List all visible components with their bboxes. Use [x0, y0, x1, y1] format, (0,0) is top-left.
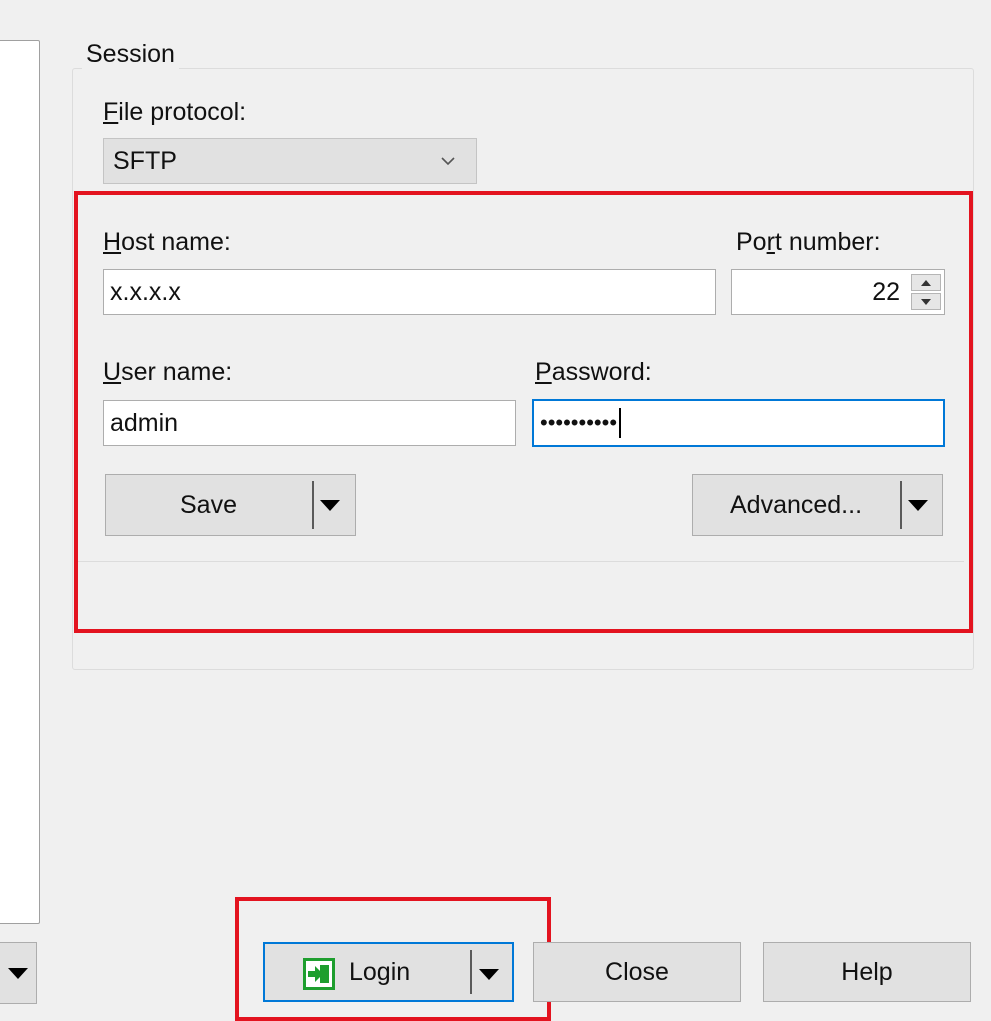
host-name-input[interactable]: x.x.x.x: [103, 269, 716, 315]
split-separator: [900, 481, 902, 529]
spin-down-button[interactable]: [911, 293, 941, 310]
login-arrow-icon: [303, 958, 335, 990]
spin-up-button[interactable]: [911, 274, 941, 291]
save-button-label: Save: [180, 490, 237, 519]
file-protocol-label: File protocol:: [103, 98, 247, 126]
dropdown-triangle-icon: [908, 500, 928, 511]
spin-down-icon: [921, 298, 931, 305]
user-name-label: User name:: [103, 358, 233, 386]
password-input[interactable]: ••••••••••: [532, 399, 945, 447]
session-group-title: Session: [82, 40, 179, 69]
user-name-value: admin: [110, 408, 179, 437]
spin-up-icon: [921, 279, 931, 286]
dropdown-triangle-icon: [479, 969, 499, 980]
advanced-dropdown-arrow[interactable]: [908, 500, 928, 511]
login-dropdown-arrow[interactable]: [479, 969, 499, 980]
login-split-button[interactable]: Login: [263, 942, 514, 1002]
port-number-value: 22: [872, 277, 900, 306]
advanced-button-label: Advanced...: [729, 490, 863, 519]
split-separator: [312, 481, 314, 529]
port-number-label: Port number:: [736, 228, 881, 256]
file-protocol-value: SFTP: [113, 146, 177, 175]
site-tree-pane[interactable]: [0, 40, 40, 924]
text-caret: [619, 408, 622, 438]
save-dropdown-arrow[interactable]: [320, 500, 340, 511]
login-button-label: Login: [349, 957, 411, 986]
host-name-value: x.x.x.x: [110, 277, 181, 306]
dropdown-triangle-icon: [320, 500, 340, 511]
file-protocol-select[interactable]: SFTP: [103, 138, 477, 184]
dropdown-triangle-icon: [8, 967, 28, 979]
password-label: Password:: [535, 358, 652, 386]
tools-dropdown-button[interactable]: [0, 942, 37, 1004]
password-value: ••••••••••: [540, 410, 618, 435]
host-name-label: Host name:: [103, 228, 231, 256]
section-divider: [78, 561, 964, 562]
split-separator: [470, 950, 472, 994]
help-button[interactable]: Help: [763, 942, 971, 1002]
help-button-label: Help: [841, 957, 893, 986]
close-button[interactable]: Close: [533, 942, 741, 1002]
advanced-split-button[interactable]: Advanced...: [692, 474, 943, 536]
user-name-input[interactable]: admin: [103, 400, 516, 446]
port-number-input[interactable]: 22: [731, 269, 945, 315]
port-spinner[interactable]: [911, 274, 941, 310]
save-split-button[interactable]: Save: [105, 474, 356, 536]
chevron-down-icon: [441, 157, 455, 166]
close-button-label: Close: [605, 957, 669, 986]
